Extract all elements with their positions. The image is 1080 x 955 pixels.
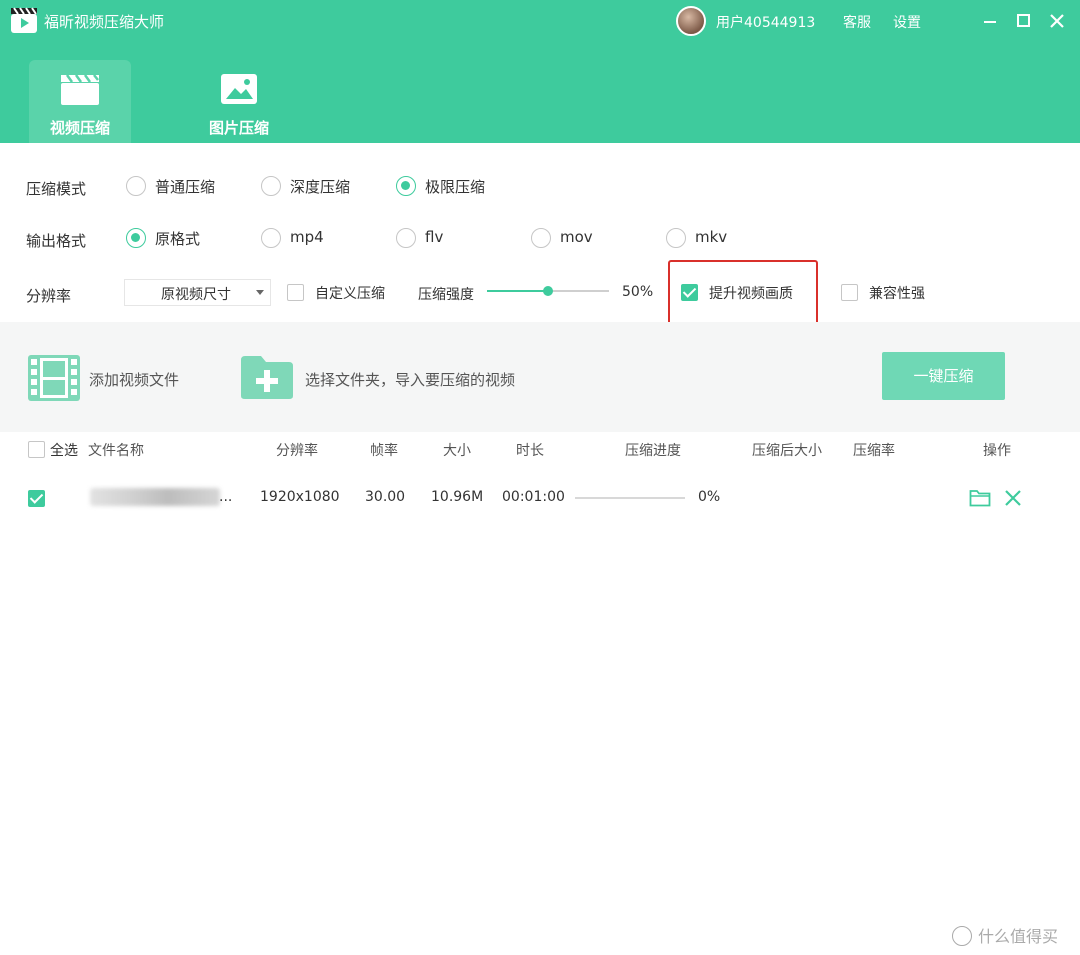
header-resolution: 分辨率 <box>276 443 318 459</box>
watermark-text: 什么值得买 <box>978 927 1059 946</box>
select-all-label: 全选 <box>50 443 78 459</box>
header-ops: 操作 <box>983 443 1011 459</box>
film-clapper-icon <box>60 72 100 106</box>
compatibility-label: 兼容性强 <box>869 286 925 302</box>
compress-strength-slider[interactable] <box>487 283 609 299</box>
compress-strength-value: 50% <box>622 284 654 300</box>
mode-deep-label: 深度压缩 <box>290 178 351 196</box>
radio-circle <box>261 228 281 248</box>
remove-row-button[interactable] <box>1003 488 1025 508</box>
close-button[interactable] <box>1046 10 1068 32</box>
close-icon <box>1005 490 1021 506</box>
mode-normal-label: 普通压缩 <box>155 178 216 196</box>
settings-link[interactable]: 设置 <box>893 12 921 32</box>
header-ratio: 压缩率 <box>853 443 895 459</box>
folder-add-icon <box>241 356 293 399</box>
tab-video-compress-label: 视频压缩 <box>49 119 110 137</box>
radio-circle <box>531 228 551 248</box>
header-after-size: 压缩后大小 <box>752 443 822 459</box>
maximize-button[interactable] <box>1013 10 1035 32</box>
tab-image-compress-label: 图片压缩 <box>208 119 269 137</box>
tab-image-compress[interactable]: 图片压缩 <box>188 60 290 143</box>
radio-circle <box>396 228 416 248</box>
add-video-file-button[interactable]: 添加视频文件 <box>27 354 197 402</box>
header-name: 文件名称 <box>88 443 144 459</box>
folder-icon <box>969 490 991 507</box>
format-original-label: 原格式 <box>155 230 201 248</box>
open-folder-button[interactable] <box>969 488 991 508</box>
add-video-file-label: 添加视频文件 <box>89 371 180 389</box>
format-mp4-label: mp4 <box>290 228 324 246</box>
custom-compress-label: 自定义压缩 <box>315 286 385 302</box>
highlight-box <box>668 260 818 328</box>
app-title: 福昕视频压缩大师 <box>44 13 165 31</box>
format-mkv-label: mkv <box>695 228 728 246</box>
format-mov-label: mov <box>560 228 593 246</box>
radio-circle <box>261 176 281 196</box>
output-format-label: 输出格式 <box>26 232 87 250</box>
checkbox-box <box>841 284 858 301</box>
title-bar: 福昕视频压缩大师 用户40544913 客服 设置 视频压缩 图片压缩 <box>0 0 1080 143</box>
header-size: 大小 <box>443 443 471 459</box>
mode-extreme-label: 极限压缩 <box>425 178 486 196</box>
row-progress-text: 0% <box>698 489 721 505</box>
compress-mode-label: 压缩模式 <box>26 180 87 198</box>
compress-strength-label: 压缩强度 <box>418 287 474 303</box>
radio-circle <box>126 228 146 248</box>
minimize-button[interactable] <box>979 10 1001 32</box>
resolution-label: 分辨率 <box>26 287 72 305</box>
slider-fill <box>487 290 548 292</box>
header-fps: 帧率 <box>370 443 398 459</box>
radio-circle <box>666 228 686 248</box>
maximize-icon <box>1017 14 1030 27</box>
row-size: 10.96M <box>431 489 484 505</box>
slider-thumb[interactable] <box>543 286 553 296</box>
radio-circle <box>396 176 416 196</box>
film-strip-icon <box>28 355 80 401</box>
resolution-select[interactable]: 原视频尺寸 <box>124 279 271 306</box>
add-folder-button[interactable]: 选择文件夹，导入要压缩的视频 <box>239 354 559 402</box>
checkbox-box <box>28 441 45 458</box>
watermark-logo-icon <box>952 926 972 946</box>
row-duration: 00:01:00 <box>502 489 565 505</box>
minimize-icon <box>984 21 996 23</box>
customer-service-link[interactable]: 客服 <box>843 12 871 32</box>
add-folder-label: 选择文件夹，导入要压缩的视频 <box>305 371 516 389</box>
row-progress-bar <box>575 497 685 499</box>
header-duration: 时长 <box>516 443 544 459</box>
file-name-ellipsis: ... <box>219 489 233 505</box>
row-fps: 30.00 <box>365 489 406 505</box>
image-icon <box>219 72 259 106</box>
watermark: 什么值得买 <box>952 922 1058 947</box>
checkbox-box <box>287 284 304 301</box>
checkbox-box <box>28 490 45 507</box>
format-flv-label: flv <box>425 228 444 246</box>
tab-video-compress[interactable]: 视频压缩 <box>29 60 131 143</box>
avatar[interactable] <box>676 6 706 36</box>
row-resolution: 1920x1080 <box>260 489 340 505</box>
one-click-compress-button[interactable]: 一键压缩 <box>882 352 1005 400</box>
resolution-select-value: 原视频尺寸 <box>161 287 231 303</box>
header-progress: 压缩进度 <box>625 443 681 459</box>
close-icon <box>1050 14 1064 28</box>
radio-circle <box>126 176 146 196</box>
user-name[interactable]: 用户40544913 <box>716 12 815 32</box>
app-logo-icon <box>10 6 38 34</box>
blurred-file-name <box>90 488 220 506</box>
chevron-down-icon <box>256 290 264 295</box>
